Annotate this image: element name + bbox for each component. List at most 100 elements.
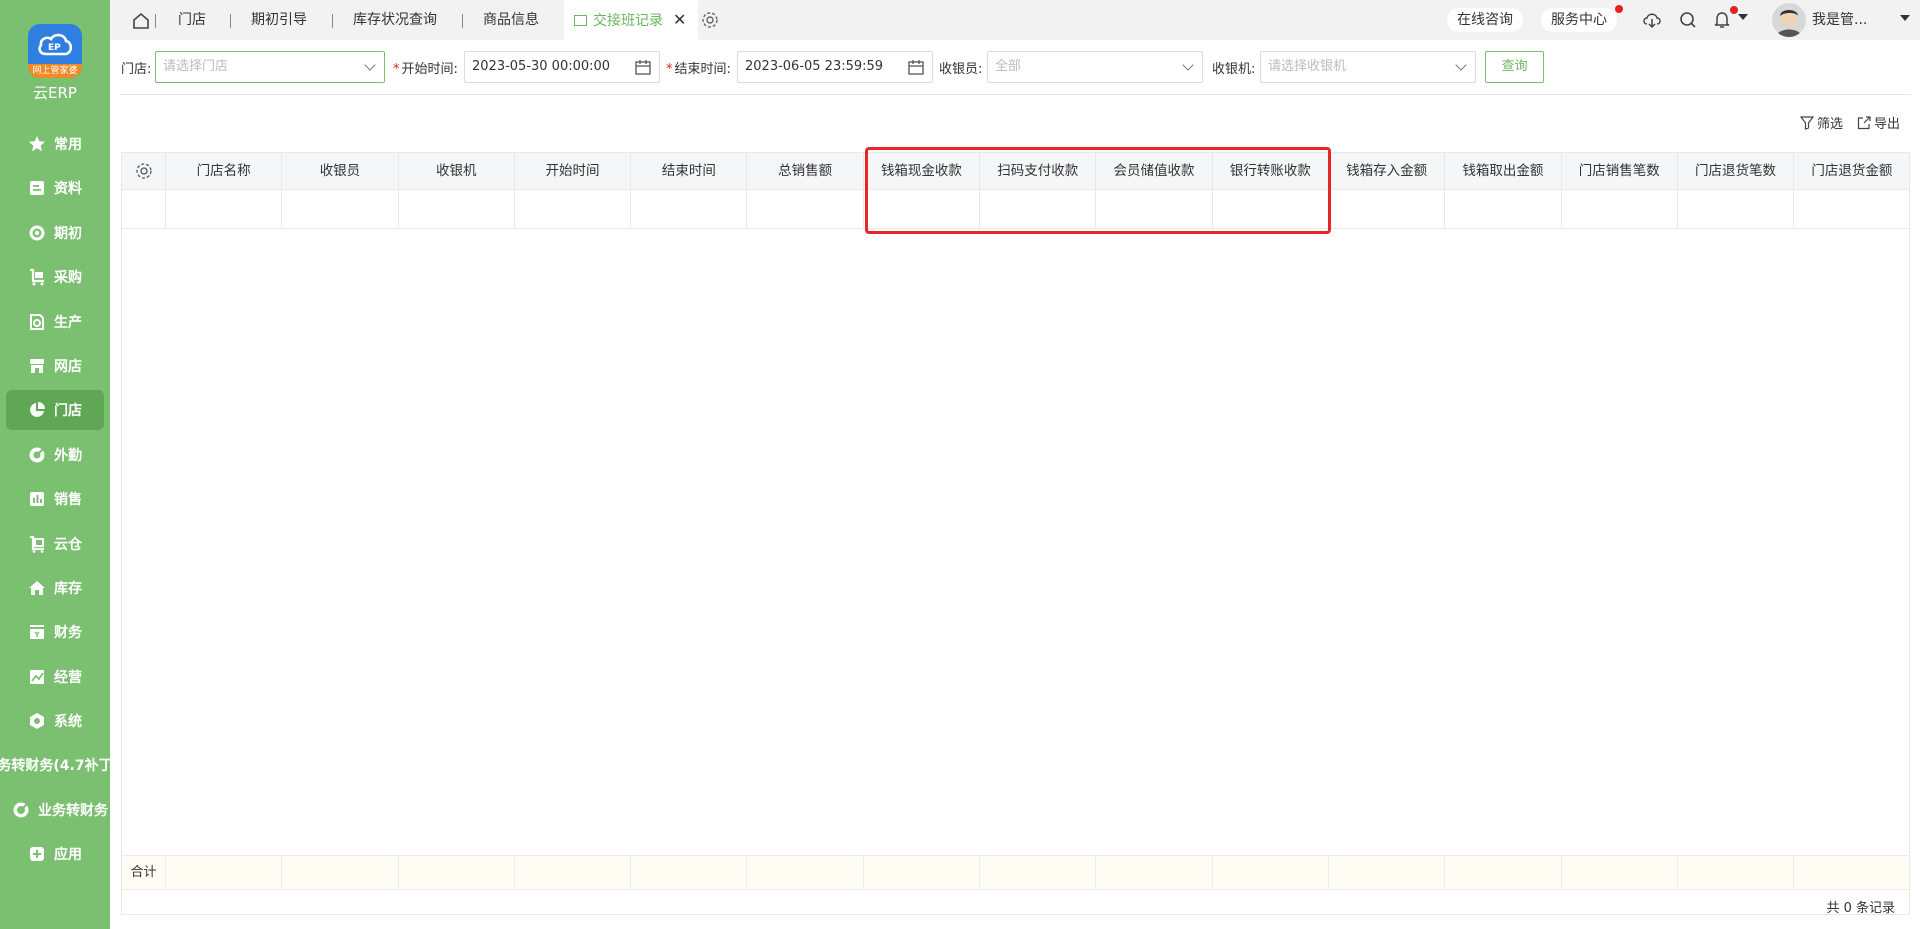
sidebar-item-common[interactable]: 常用 [6,124,104,164]
sidebar-item-apps[interactable]: 应用 [6,834,104,874]
column-header[interactable]: 门店退货金额 [1794,153,1911,190]
calendar-icon [908,60,924,75]
gear-icon[interactable] [700,10,720,30]
sidebar-item-purchase[interactable]: 采购 [6,257,104,297]
tab-opening-guide[interactable]: 期初引导 [251,0,307,40]
user-avatar-icon [1776,10,1802,37]
chevron-down-icon[interactable] [1738,14,1748,22]
cloud-download-icon[interactable] [1642,10,1662,30]
store-label: 门店: [121,62,152,77]
column-header[interactable]: 门店名称 [166,153,283,190]
column-header[interactable]: 结束时间 [631,153,748,190]
tab-product-info[interactable]: 商品信息 [483,0,539,40]
sidebar-item-store[interactable]: 门店 [6,390,104,431]
table-cell [631,190,748,229]
start-time-label: * 开始时间: [393,62,458,77]
tab-shift-records[interactable]: 交接班记录 ✕ [564,0,699,40]
sidebar-item-system[interactable]: 系统 [6,701,104,741]
table-cell [1562,190,1678,229]
tab-bar: 门店 期初引导 库存状况查询 商品信息 交接班记录 ✕ 在线咨询 服务中心 我是管… [110,0,1920,40]
target-icon [29,225,45,241]
end-time-value: 2023-06-05 23:59:59 [745,59,884,74]
user-name[interactable]: 我是管... [1812,0,1867,40]
store-select[interactable]: 请选择门店 [155,51,385,83]
bell-icon[interactable] [1712,10,1732,30]
target-icon [13,802,29,818]
sidebar-item-production[interactable]: 生产 [6,302,104,342]
app-root: EP 网上管家婆 云ERP 常用 资料 期初 采购 生产 网店 门店 外勤 销售… [0,0,1920,929]
logo-badge: EP 网上管家婆 [28,24,82,78]
bar-chart-icon [30,492,44,507]
close-icon[interactable]: ✕ [673,10,686,29]
query-button[interactable]: 查询 [1485,51,1544,83]
sidebar-item-label: 门店 [54,403,82,420]
sidebar-item-business-to-finance[interactable]: 业务转财务 [6,790,108,830]
register-select[interactable]: 请选择收银机 [1260,51,1476,83]
sidebar-item-opening[interactable]: 期初 [6,213,104,253]
footer-cell [1213,856,1329,890]
shift-records-table: 门店名称 收银员 收银机 开始时间 结束时间 总销售额 钱箱现金收款 扫码支付收款 会员储值收款… [121,152,1911,916]
table-cell [748,190,864,229]
sidebar-item-label: 销售 [54,492,82,509]
sidebar-item-label: 务转财务(4.7补丁 [0,758,110,775]
sidebar-item-sales[interactable]: 销售 [6,479,104,519]
footer-cell [399,856,515,890]
tab-store[interactable]: 门店 [178,0,206,40]
end-time-input[interactable]: 2023-06-05 23:59:59 [737,51,933,83]
register-placeholder: 请选择收银机 [1268,59,1347,74]
chevron-down-icon [364,59,376,71]
tab-separator [332,14,333,28]
footer-cell [166,856,283,890]
filter-button[interactable]: 筛选 [1800,113,1843,132]
column-header[interactable]: 门店退货笔数 [1678,153,1795,190]
star-icon [29,136,45,152]
cashier-select[interactable]: 全部 [987,51,1203,83]
table-cell [399,190,515,229]
home-icon[interactable] [131,11,151,31]
sidebar-item-business[interactable]: 经营 [6,657,104,697]
tab-separator [155,14,156,28]
column-header[interactable]: 收银机 [399,153,515,190]
sidebar-item-label: 财务 [54,625,82,642]
sidebar-item-label: 经营 [54,669,82,686]
chevron-down-icon[interactable] [1900,15,1910,23]
search-icon[interactable] [1678,10,1698,30]
footer-cell [282,856,399,890]
column-settings[interactable] [122,153,166,190]
avatar[interactable] [1772,3,1806,37]
warehouse-icon [30,535,44,553]
sidebar-item-business-to-finance-patch[interactable]: 务转财务(4.7补丁 [0,745,110,785]
service-center-button[interactable]: 服务中心 [1541,8,1617,32]
sidebar: EP 网上管家婆 云ERP 常用 资料 期初 采购 生产 网店 门店 外勤 销售… [0,0,110,929]
export-button[interactable]: 导出 [1857,113,1900,132]
logo-text: 云ERP [33,84,77,102]
factory-icon [30,313,44,330]
sidebar-item-online-shop[interactable]: 网店 [6,346,104,386]
trend-icon [30,669,44,684]
sidebar-nav: 常用 资料 期初 采购 生产 网店 门店 外勤 销售 云仓 库存 财务 经营 系… [0,120,110,879]
footer-cell [1562,856,1678,890]
sidebar-item-field[interactable]: 外勤 [6,435,104,475]
app-logo[interactable]: EP 网上管家婆 云ERP [0,24,110,106]
sidebar-item-cloud-warehouse[interactable]: 云仓 [6,524,104,564]
sidebar-item-label: 系统 [54,714,82,731]
column-header[interactable]: 开始时间 [515,153,632,190]
table-cell [1445,190,1562,229]
record-count: 共 0 条记录 [1826,901,1895,916]
column-header[interactable]: 钱箱取出金额 [1445,153,1562,190]
column-header[interactable]: 钱箱存入金额 [1329,153,1446,190]
plus-square-icon [30,847,44,862]
sidebar-item-data[interactable]: 资料 [6,168,104,208]
tab-inventory-status[interactable]: 库存状况查询 [353,0,437,40]
column-header[interactable]: 门店销售笔数 [1562,153,1678,190]
start-time-input[interactable]: 2023-05-30 00:00:00 [464,51,660,83]
hexagon-gear-icon [30,713,44,730]
sidebar-item-finance[interactable]: 财务 [6,612,104,652]
column-header[interactable]: 总销售额 [748,153,864,190]
column-header[interactable]: 收银员 [282,153,399,190]
online-consult-button[interactable]: 在线咨询 [1447,8,1523,32]
chevron-down-icon [1455,59,1467,71]
gear-icon [135,163,152,179]
sidebar-item-inventory[interactable]: 库存 [6,568,104,608]
sidebar-item-label: 生产 [54,314,82,331]
